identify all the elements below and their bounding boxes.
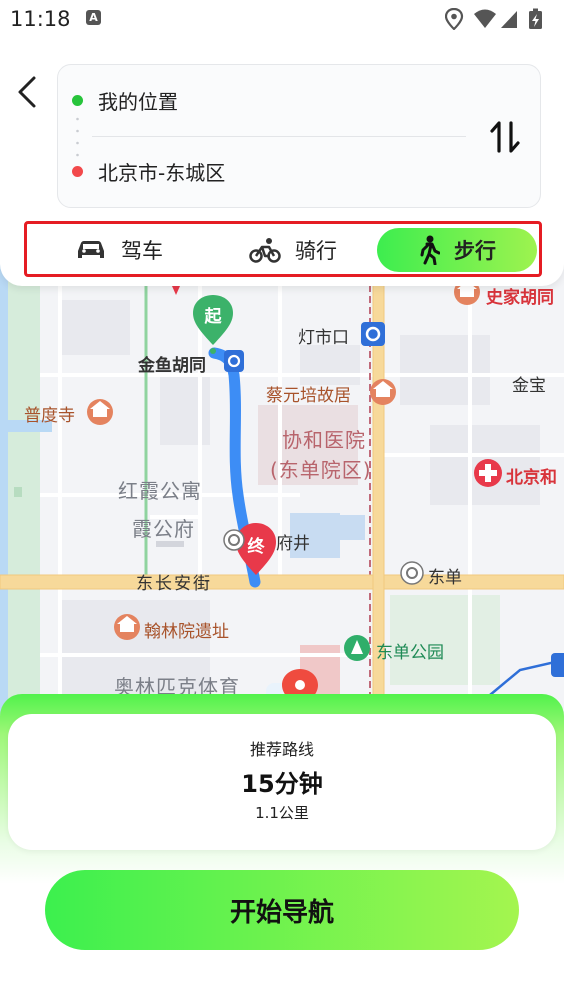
signal-icon (501, 11, 517, 28)
back-button[interactable] (12, 74, 44, 110)
temple-icon-puducha (87, 399, 113, 425)
summary-distance: 1.1公里 (255, 804, 309, 822)
origin-text: 我的位置 (98, 89, 178, 114)
travel-mode-tabs: 驾车 骑行 步行 (24, 221, 542, 277)
temple-icon-caiyuanpei (370, 379, 396, 405)
route-divider (92, 136, 466, 137)
map-view[interactable]: 史家胡同 灯市口 金鱼胡同 金宝 普度寺 蔡元培故居 协和医院 (东单院区) 北… (0, 255, 564, 715)
tab-walk[interactable]: 步行 (377, 228, 537, 272)
subway-icon-fujing (223, 529, 245, 551)
poi-label-hospital-branch[interactable]: (东单院区) (270, 455, 372, 485)
poi-label-shijia-hutong[interactable]: 史家胡同 (486, 283, 554, 308)
summary-title: 推荐路线 (249, 740, 314, 759)
subway-icon-right (551, 653, 564, 677)
poi-label-xiagongfu[interactable]: 霞公府 (132, 513, 195, 542)
wifi-icon (474, 9, 496, 28)
route-summary-card[interactable]: 推荐路线 15分钟 1.1公里 (8, 714, 556, 850)
summary-duration: 15分钟 (241, 770, 323, 798)
tab-ride[interactable]: 骑行 (223, 228, 363, 272)
destination-field[interactable]: 北京市-东城区 (72, 154, 225, 188)
status-time: 11:18 (10, 7, 71, 31)
chevron-left-icon (18, 76, 36, 108)
poi-label-puducha[interactable]: 普度寺 (24, 401, 75, 426)
subway-icon-jinyuhutong (224, 350, 244, 372)
poi-label-hongxia-apartment[interactable]: 红霞公寓 (118, 475, 202, 504)
battery-charging-icon (529, 8, 542, 29)
poi-label-dengshikou[interactable]: 灯市口 (298, 323, 349, 348)
poi-label-hanlinyuan[interactable]: 翰林院遗址 (144, 617, 229, 642)
temple-icon-hanlinyuan (114, 614, 140, 640)
car-icon (78, 241, 104, 258)
tab-ride-label: 骑行 (295, 239, 337, 263)
status-icons (445, 8, 542, 30)
destination-text: 北京市-东城区 (98, 160, 226, 185)
poi-label-hospital-name[interactable]: 协和医院 (282, 425, 366, 455)
status-bar: 11:18 A (0, 0, 564, 38)
poi-label-beijing-he[interactable]: 北京和 (506, 463, 557, 488)
swap-button[interactable] (488, 117, 522, 157)
start-navigation-button[interactable]: 开始导航 (45, 870, 519, 950)
poi-label-cai-yuanpei[interactable]: 蔡元培故居 (266, 381, 351, 406)
notification-icon: A (86, 10, 101, 25)
origin-dot-icon (72, 94, 83, 106)
subway-icon-dengshikou (361, 322, 385, 346)
map-canvas (0, 255, 564, 715)
poi-label-dongdan[interactable]: 东单 (428, 563, 462, 588)
poi-label-jinbao[interactable]: 金宝 (512, 371, 546, 396)
bicycle-icon (249, 238, 281, 263)
location-icon (445, 8, 464, 30)
route-panel: 我的位置 北京市-东城区 驾车 骑行 步行 (0, 38, 564, 286)
origin-field[interactable]: 我的位置 (72, 83, 178, 117)
route-input-card: 我的位置 北京市-东城区 (57, 64, 541, 208)
road-label-dongchanganjie: 东长安街 (136, 574, 212, 594)
tab-drive[interactable]: 驾车 (49, 228, 189, 272)
river (0, 255, 8, 715)
bottom-sheet: 推荐路线 15分钟 1.1公里 开始导航 (0, 694, 564, 1004)
walking-icon (420, 235, 440, 265)
destination-dot-icon (72, 165, 83, 177)
poi-label-dongdan-park[interactable]: 东单公园 (376, 638, 444, 663)
tab-walk-label: 步行 (454, 239, 496, 263)
subway-icon-dongdan (400, 561, 424, 585)
tab-drive-label: 驾车 (121, 239, 163, 263)
swap-vertical-icon (490, 121, 520, 153)
end-marker-label[interactable]: 终 (245, 532, 267, 557)
park-icon (344, 635, 370, 661)
poi-label-jinyu-hutong[interactable]: 金鱼胡同 (138, 351, 206, 376)
main-road-changan (0, 574, 564, 590)
poi-label-fujing[interactable]: 府井 (276, 529, 310, 554)
start-marker-label[interactable]: 起 (202, 302, 224, 327)
hospital-icon (474, 459, 502, 487)
